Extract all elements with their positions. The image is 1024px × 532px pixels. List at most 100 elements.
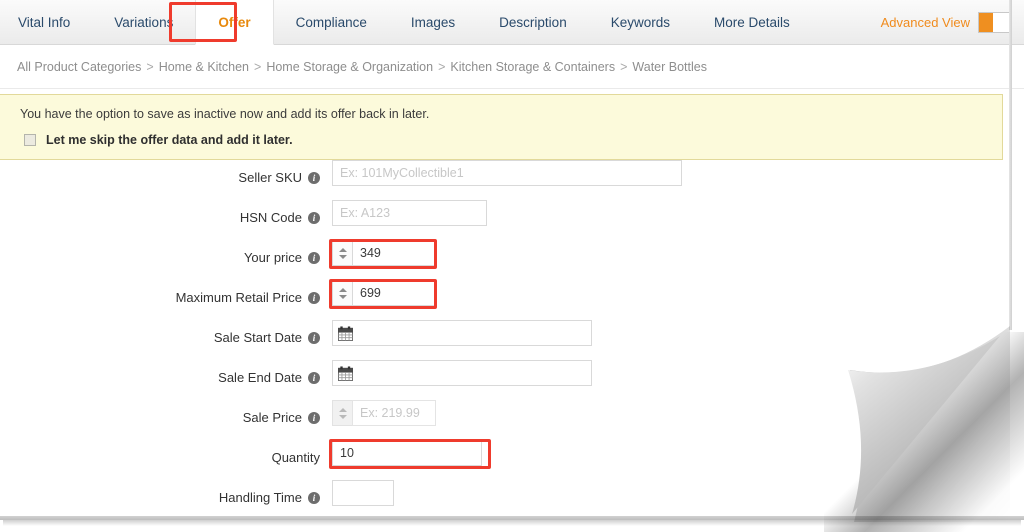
label-sale-price: Sale Price i bbox=[0, 400, 320, 428]
breadcrumb-item[interactable]: All Product Categories bbox=[17, 60, 141, 74]
offer-form: Seller SKUiHSN CodeiYour priceiMaximum R… bbox=[0, 160, 1024, 520]
breadcrumb-item[interactable]: Kitchen Storage & Containers bbox=[450, 60, 615, 74]
tab-more-details[interactable]: More Details bbox=[692, 0, 812, 45]
form-row-maximum-retail-price: Maximum Retail Price i bbox=[0, 279, 1024, 320]
input-seller-sku[interactable] bbox=[332, 160, 682, 186]
chevron-down-icon[interactable] bbox=[338, 414, 347, 419]
toggle-on-half bbox=[979, 13, 993, 32]
input-wrapper bbox=[332, 200, 487, 226]
label-quantity: Quantity bbox=[0, 440, 320, 468]
breadcrumb-item[interactable]: Home Storage & Organization bbox=[266, 60, 433, 74]
stepper-maximum-retail-price[interactable] bbox=[332, 280, 352, 306]
tab-variations[interactable]: Variations bbox=[92, 0, 195, 45]
tab-description[interactable]: Description bbox=[477, 0, 589, 45]
label-sale-start-date: Sale Start Date i bbox=[0, 320, 320, 348]
info-icon[interactable]: i bbox=[308, 171, 320, 184]
label-text: HSN Code bbox=[239, 210, 302, 225]
tab-keywords[interactable]: Keywords bbox=[589, 0, 692, 45]
label-text: Your price bbox=[243, 250, 302, 265]
page-bottom-shadow bbox=[3, 519, 1021, 526]
page-bottom-edge bbox=[0, 516, 1024, 520]
chevron-down-icon[interactable] bbox=[338, 254, 347, 259]
label-sale-end-date: Sale End Date i bbox=[0, 360, 320, 388]
input-wrapper bbox=[352, 280, 436, 306]
control-seller-sku bbox=[332, 160, 682, 186]
skip-offer-checkbox[interactable] bbox=[24, 134, 36, 146]
input-wrapper bbox=[352, 240, 436, 266]
tab-label: Description bbox=[499, 15, 567, 30]
input-hsn-code[interactable] bbox=[332, 200, 487, 226]
control-handling-time bbox=[332, 480, 394, 506]
info-icon[interactable]: i bbox=[308, 411, 320, 424]
advanced-view-toggle[interactable] bbox=[978, 12, 1010, 33]
input-sale-end-date[interactable] bbox=[332, 360, 592, 386]
form-row-seller-sku: Seller SKU i bbox=[0, 160, 1024, 200]
info-icon[interactable]: i bbox=[308, 371, 320, 384]
info-icon[interactable]: i bbox=[308, 291, 320, 304]
input-wrapper bbox=[352, 400, 436, 426]
control-sale-start-date bbox=[332, 320, 592, 346]
label-maximum-retail-price: Maximum Retail Price i bbox=[0, 280, 320, 308]
control-your-price bbox=[332, 240, 436, 266]
tab-images[interactable]: Images bbox=[389, 0, 477, 45]
skip-offer-checkbox-label: Let me skip the offer data and add it la… bbox=[46, 133, 293, 147]
page-right-edge bbox=[1009, 0, 1012, 330]
tab-vital-info[interactable]: Vital Info bbox=[0, 0, 92, 45]
input-wrapper bbox=[332, 440, 482, 466]
form-row-sale-end-date: Sale End Date i bbox=[0, 360, 1024, 400]
breadcrumb: All Product Categories > Home & Kitchen > Ho… bbox=[0, 46, 1024, 89]
advanced-view-control[interactable]: Advanced View bbox=[881, 0, 1010, 45]
breadcrumb-separator: > bbox=[254, 60, 262, 74]
breadcrumb-item[interactable]: Home & Kitchen bbox=[159, 60, 249, 74]
skip-offer-checkbox-row[interactable]: Let me skip the offer data and add it la… bbox=[20, 133, 1002, 147]
tab-label: Images bbox=[410, 15, 456, 30]
tab-label: Vital Info bbox=[18, 15, 71, 30]
input-handling-time[interactable] bbox=[332, 480, 394, 506]
breadcrumb-separator: > bbox=[146, 60, 154, 74]
label-text: Sale End Date bbox=[218, 370, 302, 385]
calendar-icon[interactable] bbox=[338, 326, 353, 341]
info-icon[interactable]: i bbox=[308, 491, 320, 504]
form-row-sale-price: Sale Price i bbox=[0, 400, 1024, 440]
advanced-view-label: Advanced View bbox=[880, 15, 970, 30]
input-wrapper bbox=[332, 360, 592, 386]
calendar-icon[interactable] bbox=[338, 366, 353, 381]
info-icon[interactable]: i bbox=[308, 331, 320, 344]
chevron-up-icon[interactable] bbox=[338, 247, 347, 252]
stepper-your-price[interactable] bbox=[332, 240, 352, 266]
breadcrumb-separator: > bbox=[438, 60, 446, 74]
form-row-hsn-code: HSN Code i bbox=[0, 200, 1024, 240]
input-sale-price bbox=[352, 400, 436, 426]
screenshot-root: Vital Info Variations Offer Compliance Image… bbox=[0, 0, 1024, 532]
tab-offer[interactable]: Offer bbox=[195, 0, 274, 45]
tab-compliance[interactable]: Compliance bbox=[274, 0, 389, 45]
label-text: Maximum Retail Price bbox=[175, 290, 302, 305]
control-maximum-retail-price bbox=[332, 280, 436, 306]
form-row-handling-time: Handling Time i bbox=[0, 480, 1024, 520]
tab-label: More Details bbox=[713, 15, 790, 30]
breadcrumb-item[interactable]: Water Bottles bbox=[632, 60, 707, 74]
chevron-down-icon[interactable] bbox=[338, 294, 347, 299]
info-icon[interactable]: i bbox=[308, 251, 320, 264]
label-text: Sale Price bbox=[242, 410, 302, 425]
control-hsn-code bbox=[332, 200, 487, 226]
input-wrapper bbox=[332, 480, 394, 506]
toggle-off-half bbox=[993, 13, 1009, 32]
chevron-up-icon[interactable] bbox=[338, 287, 347, 292]
input-your-price[interactable] bbox=[352, 240, 436, 266]
chevron-up-icon[interactable] bbox=[338, 407, 347, 412]
stepper-sale-price[interactable] bbox=[332, 400, 352, 426]
input-wrapper bbox=[332, 160, 682, 186]
label-text: Handling Time bbox=[218, 490, 302, 505]
tab-label: Variations bbox=[114, 15, 174, 30]
input-sale-start-date[interactable] bbox=[332, 320, 592, 346]
tab-label: Compliance bbox=[295, 15, 367, 30]
form-row-your-price: Your price i bbox=[0, 239, 1024, 280]
info-icon[interactable]: i bbox=[308, 211, 320, 224]
input-quantity[interactable] bbox=[332, 440, 482, 466]
input-maximum-retail-price[interactable] bbox=[352, 280, 436, 306]
tab-label: Keywords bbox=[610, 15, 670, 30]
tab-list: Vital Info Variations Offer Compliance Image… bbox=[0, 0, 812, 45]
tab-bar: Vital Info Variations Offer Compliance Image… bbox=[0, 0, 1024, 45]
input-wrapper bbox=[332, 320, 592, 346]
